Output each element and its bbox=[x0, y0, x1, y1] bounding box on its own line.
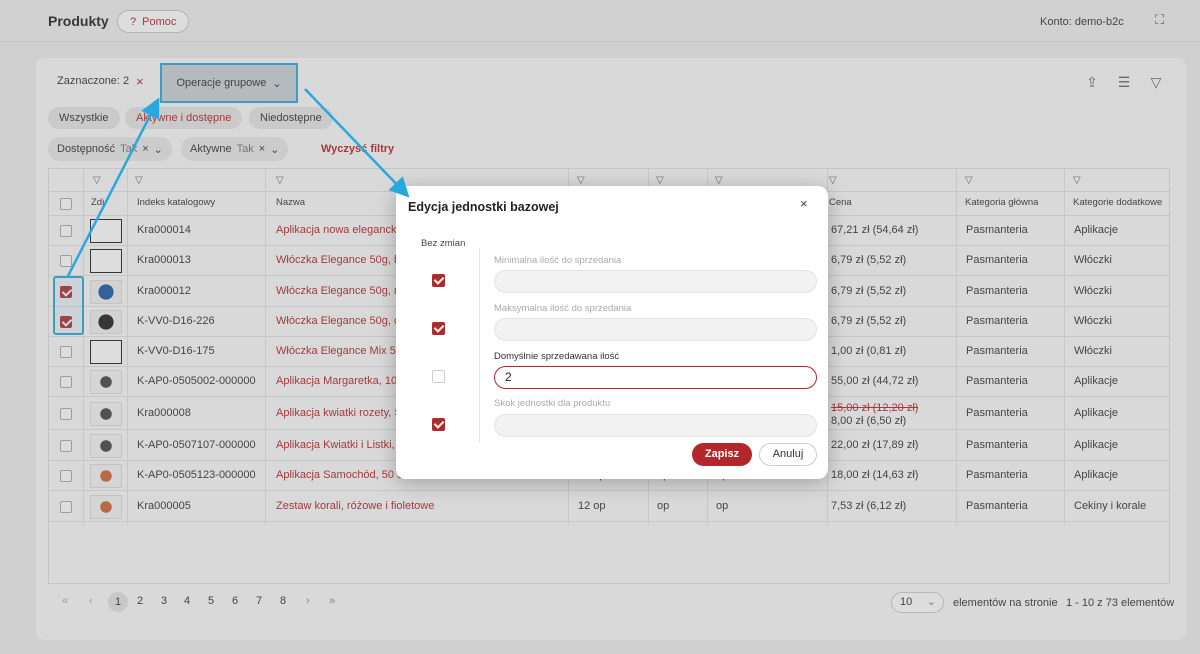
edit-base-unit-modal: Edycja jednostki bazowej × Bez zmian Min… bbox=[396, 186, 828, 479]
min-qty-input[interactable] bbox=[494, 270, 817, 293]
default-qty-label: Domyślnie sprzedawana ilość bbox=[494, 351, 620, 362]
max-qty-input[interactable] bbox=[494, 318, 817, 341]
no-change-checkbox-max[interactable] bbox=[432, 322, 445, 335]
close-icon[interactable]: × bbox=[800, 196, 808, 211]
no-change-checkbox-step[interactable] bbox=[432, 418, 445, 431]
cancel-button[interactable]: Anuluj bbox=[759, 443, 817, 466]
save-button[interactable]: Zapisz bbox=[692, 443, 752, 466]
unit-step-input[interactable] bbox=[494, 414, 817, 437]
no-change-checkbox-min[interactable] bbox=[432, 274, 445, 287]
default-qty-input[interactable]: 2 bbox=[494, 366, 817, 389]
no-change-checkbox-default[interactable] bbox=[432, 370, 445, 383]
min-qty-label: Minimalna ilość do sprzedania bbox=[494, 255, 622, 266]
modal-title: Edycja jednostki bazowej bbox=[408, 200, 559, 214]
max-qty-label: Maksymalna ilość do sprzedania bbox=[494, 303, 632, 314]
no-change-header: Bez zmian bbox=[421, 238, 466, 249]
unit-step-label: Skok jednostki dla produktu bbox=[494, 398, 611, 409]
